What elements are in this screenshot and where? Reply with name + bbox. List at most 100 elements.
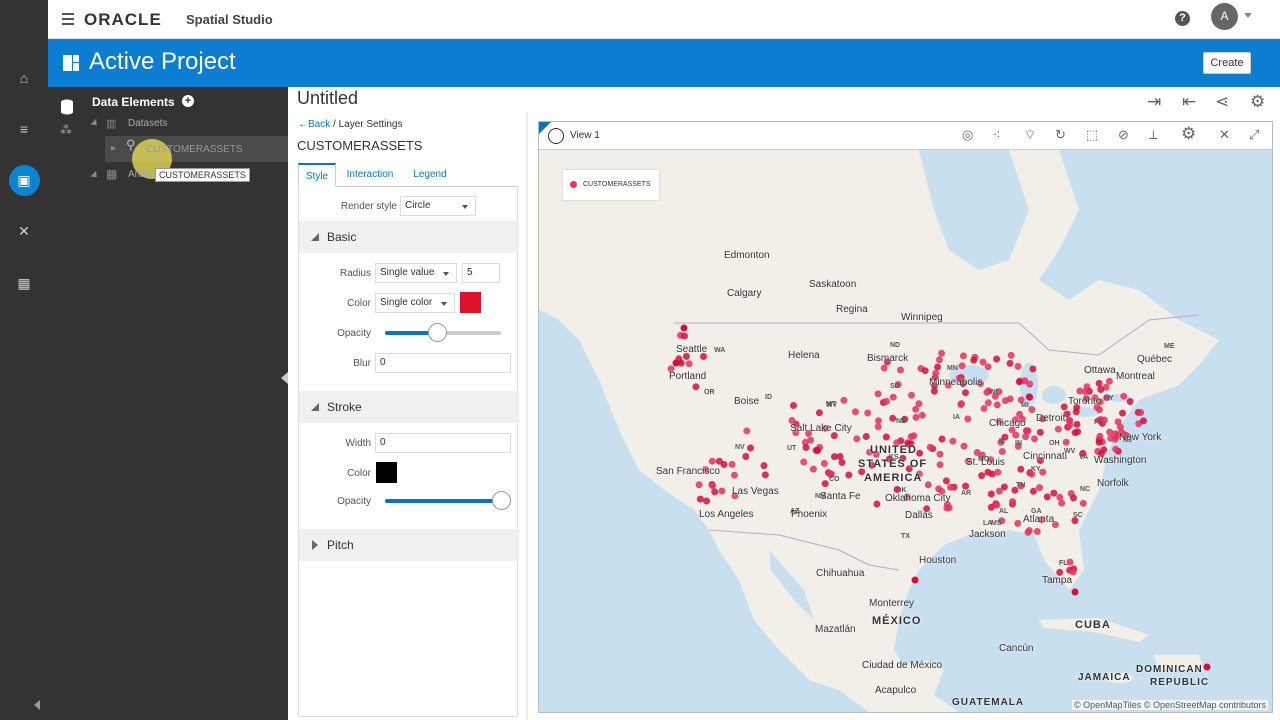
customer-point[interactable] bbox=[1107, 434, 1115, 442]
gear-icon[interactable]: ⚙ bbox=[1250, 92, 1265, 112]
tab-legend[interactable]: Legend bbox=[406, 163, 454, 187]
customer-point[interactable] bbox=[960, 442, 968, 450]
customer-point[interactable] bbox=[840, 396, 848, 404]
customer-point[interactable] bbox=[814, 447, 822, 454]
customer-point[interactable] bbox=[1060, 403, 1068, 411]
splitter[interactable] bbox=[526, 112, 528, 720]
customer-point[interactable] bbox=[998, 448, 1006, 455]
customer-point[interactable] bbox=[1066, 421, 1074, 429]
datasets-label[interactable]: Datasets bbox=[128, 118, 167, 129]
customer-point[interactable] bbox=[957, 400, 965, 408]
customer-point[interactable] bbox=[994, 468, 1002, 476]
expand-analyses-icon[interactable] bbox=[90, 170, 100, 181]
analyses-label[interactable]: Analy bbox=[128, 169, 153, 180]
customer-point[interactable] bbox=[1036, 484, 1044, 492]
customer-point[interactable] bbox=[703, 497, 711, 505]
customer-point[interactable] bbox=[807, 436, 815, 444]
customer-point[interactable] bbox=[1054, 425, 1062, 433]
user-menu-chevron-icon[interactable] bbox=[1244, 13, 1252, 18]
radius-mode-select[interactable]: Single value bbox=[375, 263, 457, 283]
customer-point[interactable] bbox=[880, 364, 888, 372]
customer-point[interactable] bbox=[970, 356, 978, 364]
customer-point[interactable] bbox=[959, 352, 967, 360]
customer-point[interactable] bbox=[864, 409, 872, 417]
opacity-slider[interactable] bbox=[385, 323, 501, 342]
rectangle-select-icon[interactable]: ⬚ bbox=[1086, 127, 1098, 143]
customer-point[interactable] bbox=[908, 391, 915, 399]
map-attribution[interactable]: © OpenMapTiles © OpenStreetMap contribut… bbox=[1071, 700, 1268, 710]
customer-point[interactable] bbox=[1029, 487, 1037, 495]
customer-point[interactable] bbox=[1112, 445, 1120, 453]
customer-point[interactable] bbox=[1025, 527, 1033, 534]
customer-point[interactable] bbox=[862, 433, 870, 440]
customer-point[interactable] bbox=[964, 415, 972, 423]
customer-point[interactable] bbox=[1026, 380, 1034, 388]
customer-point[interactable] bbox=[1028, 406, 1036, 414]
customer-point[interactable] bbox=[711, 488, 719, 496]
stroke-opacity-slider[interactable] bbox=[385, 491, 511, 510]
settings-icon[interactable]: ⚙ bbox=[1181, 124, 1196, 144]
customer-point[interactable] bbox=[916, 449, 924, 457]
customer-point[interactable] bbox=[800, 458, 808, 466]
customer-point[interactable] bbox=[821, 480, 829, 488]
customer-point[interactable] bbox=[935, 485, 943, 493]
collapse-nav-icon[interactable] bbox=[34, 700, 40, 710]
customer-point[interactable] bbox=[1009, 498, 1017, 506]
customer-point[interactable] bbox=[882, 433, 890, 441]
customer-point[interactable] bbox=[993, 355, 1001, 363]
customer-point[interactable] bbox=[911, 576, 919, 584]
customer-point[interactable] bbox=[915, 400, 923, 408]
customer-point[interactable] bbox=[995, 487, 1003, 495]
customer-point[interactable] bbox=[730, 471, 738, 479]
customer-point[interactable] bbox=[907, 433, 915, 441]
customer-point[interactable] bbox=[809, 465, 817, 473]
customer-point[interactable] bbox=[696, 495, 704, 503]
fill-color-swatch[interactable] bbox=[460, 292, 481, 313]
tab-interaction[interactable]: Interaction bbox=[340, 163, 400, 187]
dataset-item-label[interactable]: CUSTOMERASSETS bbox=[146, 144, 243, 155]
customer-point[interactable] bbox=[984, 468, 992, 476]
view-title[interactable]: View 1 bbox=[570, 130, 600, 141]
customer-point[interactable] bbox=[987, 490, 995, 498]
customer-point[interactable] bbox=[1016, 410, 1024, 418]
radius-select-icon[interactable]: ◎ bbox=[962, 127, 973, 143]
customer-point[interactable] bbox=[962, 389, 969, 397]
customer-point[interactable] bbox=[695, 481, 703, 489]
customer-point[interactable] bbox=[949, 437, 957, 445]
customer-point[interactable] bbox=[1095, 438, 1103, 446]
customer-point[interactable] bbox=[1033, 528, 1041, 535]
customer-point[interactable] bbox=[936, 450, 944, 458]
customer-point[interactable] bbox=[820, 460, 828, 467]
customer-point[interactable] bbox=[979, 358, 987, 366]
customer-point[interactable] bbox=[993, 401, 1001, 409]
customer-point[interactable] bbox=[912, 413, 920, 421]
customer-point[interactable] bbox=[924, 481, 932, 489]
slider-knob[interactable] bbox=[428, 323, 448, 342]
workspace-title[interactable]: Untitled bbox=[297, 88, 358, 109]
customer-point[interactable] bbox=[962, 482, 970, 490]
customer-point[interactable] bbox=[680, 324, 688, 332]
customer-point[interactable] bbox=[815, 409, 823, 417]
customer-point[interactable] bbox=[1096, 406, 1103, 414]
help-icon[interactable]: ? bbox=[1175, 11, 1190, 26]
customer-point[interactable] bbox=[1058, 499, 1066, 507]
customer-point[interactable] bbox=[938, 435, 946, 443]
customer-point[interactable] bbox=[709, 482, 717, 490]
customer-point[interactable] bbox=[708, 457, 716, 465]
customer-point[interactable] bbox=[1203, 663, 1211, 671]
customer-point[interactable] bbox=[1096, 432, 1104, 440]
customer-point[interactable] bbox=[945, 504, 953, 512]
customer-point[interactable] bbox=[1062, 438, 1070, 446]
customer-point[interactable] bbox=[760, 462, 768, 470]
customer-point[interactable] bbox=[1097, 386, 1105, 393]
customer-point[interactable] bbox=[936, 461, 944, 469]
tools-icon[interactable]: ✕ bbox=[0, 215, 48, 247]
customer-point[interactable] bbox=[1079, 499, 1087, 507]
customer-point[interactable] bbox=[1114, 418, 1122, 426]
import-icon[interactable]: ⇥ bbox=[1147, 92, 1161, 112]
customer-point[interactable] bbox=[1137, 409, 1145, 416]
customer-point[interactable] bbox=[838, 459, 846, 466]
customer-point[interactable] bbox=[1022, 433, 1030, 441]
datasets-icon[interactable] bbox=[60, 99, 74, 115]
customer-point[interactable] bbox=[938, 349, 946, 357]
